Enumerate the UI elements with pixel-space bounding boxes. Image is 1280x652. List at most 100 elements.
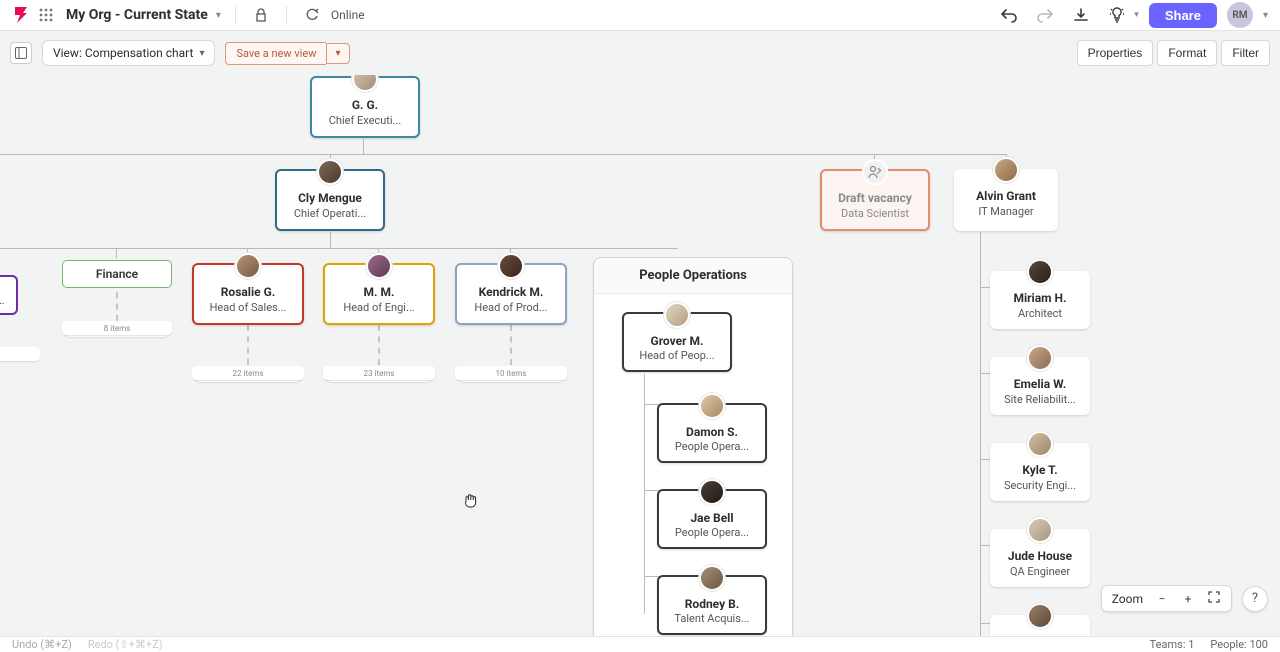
teams-count: Teams: 1 (1150, 638, 1195, 651)
properties-button[interactable]: Properties (1077, 40, 1154, 66)
status-bar: Undo (⌘+Z) Redo (⇧+⌘+Z) Teams: 1 People:… (0, 636, 1280, 652)
org-card-alvin[interactable]: Alvin Grant IT Manager (954, 169, 1058, 231)
person-role: Site Reliabilit... (1004, 393, 1076, 406)
apps-icon[interactable] (38, 7, 54, 23)
person-name: Kyle T. (1022, 463, 1057, 477)
zoom-controls: Zoom − + ? (1101, 585, 1268, 612)
person-name: G. G. (352, 98, 378, 112)
person-role: Head of Sales... (210, 301, 287, 314)
user-menu-dropdown-icon[interactable]: ▾ (1263, 10, 1268, 21)
person-role: st... (0, 296, 8, 307)
save-view-button[interactable]: Save a new view (225, 42, 326, 65)
person-role: People Opera... (675, 526, 749, 539)
org-card-kendrick[interactable]: Kendrick M. Head of Prod... (455, 263, 567, 325)
person-role: People Opera... (675, 440, 749, 453)
zoom-label: Zoom (1112, 592, 1143, 606)
user-avatar[interactable]: RM (1227, 2, 1253, 28)
org-card-kyle[interactable]: Kyle T. Security Engi... (990, 443, 1090, 501)
person-name: Damon S. (686, 425, 738, 438)
avatar (352, 75, 378, 92)
person-name: Draft vacancy (838, 191, 912, 205)
share-button[interactable]: Share (1149, 3, 1217, 28)
separator (235, 6, 236, 24)
person-name: Emelia W. (1014, 377, 1067, 391)
person-name: E. (0, 283, 8, 296)
zoom-out-button[interactable]: − (1155, 592, 1169, 606)
redo-hint: Redo (⇧+⌘+Z) (88, 638, 163, 651)
toolbar: View: Compensation chart ▾ Save a new vi… (0, 31, 1280, 75)
org-card-damon[interactable]: Damon S. People Opera... (657, 403, 767, 463)
view-label: View: Compensation chart (53, 46, 193, 60)
group-people-operations[interactable]: People Operations Grover M. Head of Peop… (593, 257, 793, 636)
org-card-rodney[interactable]: Rodney B. Talent Acquis... (657, 575, 767, 635)
person-name: Alvin Grant (976, 189, 1036, 203)
items-count[interactable]: 23 items (323, 366, 435, 380)
lock-icon[interactable] (250, 4, 272, 26)
zoom-pill: Zoom − + (1101, 585, 1232, 612)
person-role: Security Engi... (1004, 479, 1076, 492)
avatar (699, 565, 725, 591)
download-icon[interactable] (1068, 4, 1094, 26)
person-role: Architect (1018, 307, 1062, 320)
connector (0, 248, 678, 249)
zoom-fit-icon[interactable] (1207, 591, 1221, 606)
person-name: M. M. (364, 285, 395, 299)
connector (378, 325, 380, 365)
person-role: Chief Operati... (294, 207, 366, 220)
group-finance[interactable]: Finance (62, 260, 172, 288)
vacancy-icon (862, 159, 888, 185)
avatar (366, 253, 392, 279)
org-card-jae[interactable]: Jae Bell People Opera... (657, 489, 767, 549)
sync-icon[interactable] (301, 4, 323, 26)
person-name: Grover M. (651, 334, 704, 347)
online-status: Online (331, 8, 365, 22)
format-button[interactable]: Format (1157, 40, 1217, 66)
insights-dropdown-icon[interactable]: ▾ (1134, 10, 1139, 20)
connector (363, 139, 364, 154)
save-view-dropdown[interactable]: ▾ (326, 43, 349, 64)
group-title: People Operations (594, 258, 792, 294)
view-selector[interactable]: View: Compensation chart ▾ (42, 40, 215, 66)
avatar (1027, 345, 1053, 371)
person-role: Head of Peop... (639, 349, 714, 362)
items-plate[interactable] (0, 347, 40, 361)
org-card-partial-bottom[interactable] (990, 615, 1090, 636)
undo-hint: Undo (⌘+Z) (12, 638, 72, 651)
org-card-vacancy[interactable]: Draft vacancy Data Scientist (820, 169, 930, 231)
grab-cursor-icon (462, 492, 480, 510)
org-card-rosalie[interactable]: Rosalie G. Head of Sales... (192, 263, 304, 325)
zoom-in-button[interactable]: + (1181, 592, 1195, 606)
connector (0, 154, 1007, 155)
org-card-ceo[interactable]: G. G. Chief Executi... (310, 76, 420, 138)
org-card-grover[interactable]: Grover M. Head of Peop... (622, 312, 732, 372)
org-card-partial[interactable]: E. st... (0, 275, 18, 315)
undo-icon[interactable] (996, 4, 1022, 26)
items-count[interactable]: 8 items (62, 321, 172, 335)
connector (330, 232, 331, 248)
items-count[interactable]: 22 items (192, 366, 304, 380)
group-body: Grover M. Head of Peop... Damon S. Peopl… (594, 294, 792, 636)
org-chart-canvas[interactable]: G. G. Chief Executi... Cly Mengue Chief … (0, 75, 1280, 636)
org-card-jude[interactable]: Jude House QA Engineer (990, 529, 1090, 587)
items-count[interactable]: 10 items (455, 366, 567, 380)
avatar (993, 157, 1019, 183)
person-role: QA Engineer (1010, 565, 1070, 578)
person-role: Head of Prod... (474, 301, 547, 314)
org-card-emelia[interactable]: Emelia W. Site Reliabilit... (990, 357, 1090, 415)
app-logo[interactable] (12, 6, 30, 24)
insights-icon[interactable] (1104, 4, 1130, 26)
org-card-mm[interactable]: M. M. Head of Engi... (323, 263, 435, 325)
document-title[interactable]: My Org - Current State (66, 7, 208, 23)
org-card-coo[interactable]: Cly Mengue Chief Operati... (275, 169, 385, 231)
person-role: Head of Engi... (343, 301, 414, 314)
person-role: IT Manager (978, 205, 1033, 218)
help-button[interactable]: ? (1242, 586, 1268, 612)
connector (247, 325, 249, 365)
filter-button[interactable]: Filter (1221, 40, 1270, 66)
redo-icon[interactable] (1032, 4, 1058, 26)
sidebar-toggle-icon[interactable] (10, 42, 32, 64)
title-dropdown-icon[interactable]: ▾ (216, 10, 221, 21)
person-name: Cly Mengue (298, 191, 362, 205)
org-card-miriam[interactable]: Miriam H. Architect (990, 271, 1090, 329)
person-name: Jae Bell (690, 511, 733, 524)
